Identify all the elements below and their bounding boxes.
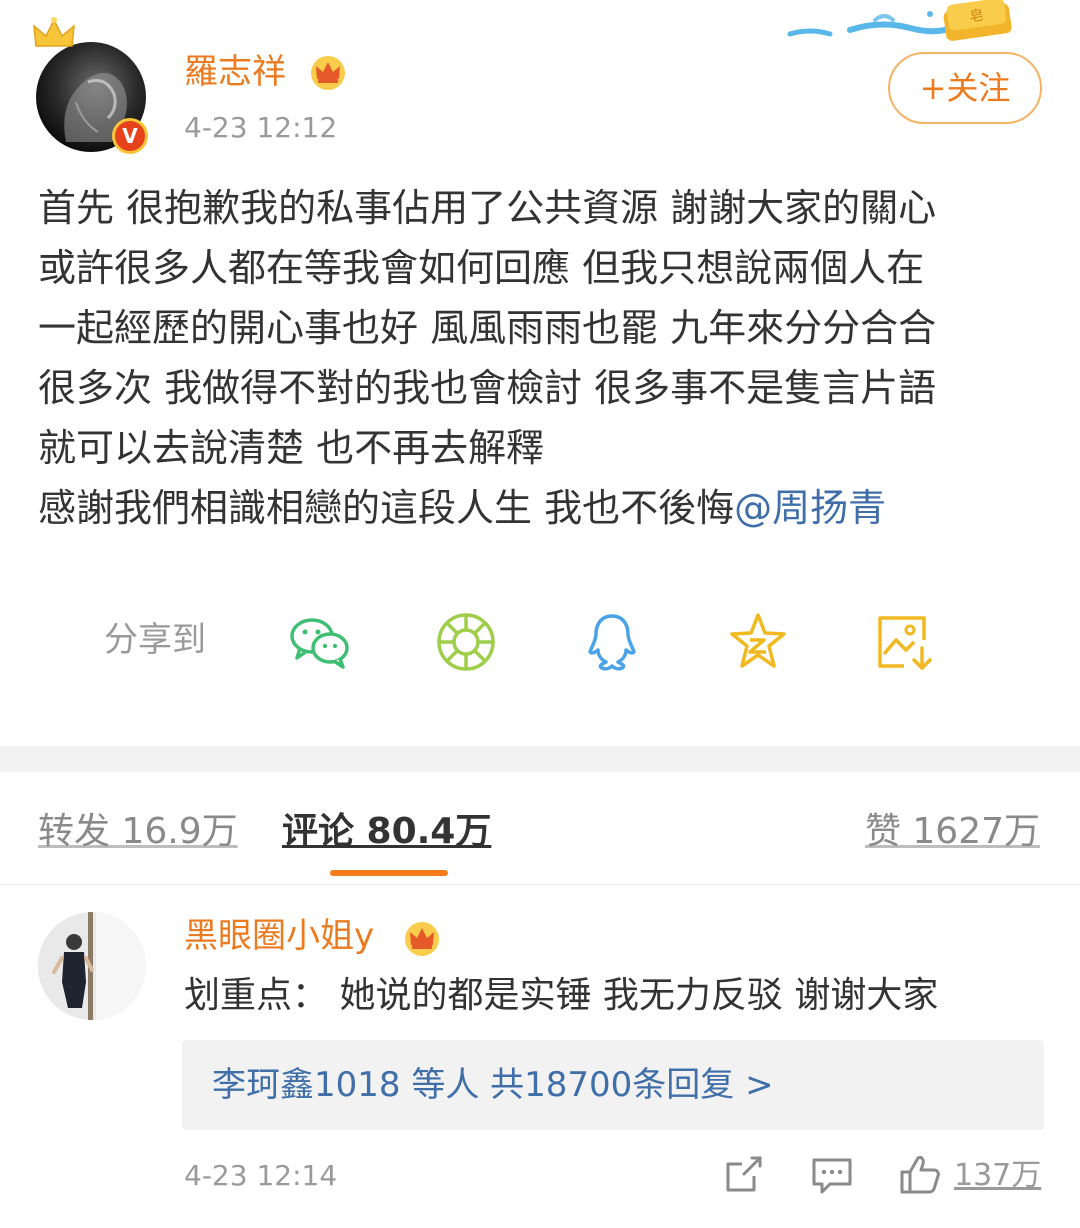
section-divider xyxy=(0,746,1080,772)
comment-timestamp: 4-23 12:14 xyxy=(184,1159,338,1192)
commenter-name[interactable]: 黑眼圈小姐y xyxy=(184,914,374,958)
share-label: 分享到 xyxy=(104,620,206,660)
reply-comment-icon[interactable] xyxy=(810,1152,854,1196)
post-line: 首先 很抱歉我的私事佔用了公共資源 謝謝大家的關心 xyxy=(38,186,937,230)
comment-like-count[interactable]: 137万 xyxy=(954,1156,1041,1196)
post-line: 一起經歷的開心事也好 風風雨雨也罷 九年來分分合合 xyxy=(38,306,937,350)
qzone-icon[interactable] xyxy=(726,610,790,674)
commenter-avatar[interactable] xyxy=(38,912,146,1020)
vip-crown-icon xyxy=(311,56,345,90)
verified-badge: V xyxy=(112,118,148,154)
post-content: 首先 很抱歉我的私事佔用了公共資源 謝謝大家的關心 或許很多人都在等我會如何回應… xyxy=(38,178,1048,538)
post-line-last: 感謝我們相識相戀的這段人生 我也不後悔@周扬青 xyxy=(38,478,1048,538)
tab-repost[interactable]: 转发 16.9万 xyxy=(38,808,238,856)
header-decoration: 皂 xyxy=(787,0,1012,41)
moments-icon[interactable] xyxy=(434,610,498,674)
replies-summary-link[interactable]: 李珂鑫1018 等人 共18700条回复 > xyxy=(182,1040,1044,1130)
save-image-icon[interactable] xyxy=(874,610,938,674)
post-timestamp: 4-23 12:12 xyxy=(184,111,338,144)
like-comment-icon[interactable] xyxy=(898,1152,942,1196)
tab-comments[interactable]: 评论 80.4万 xyxy=(282,808,491,856)
active-tab-indicator xyxy=(330,870,448,876)
wechat-icon[interactable] xyxy=(288,610,352,674)
share-comment-icon[interactable] xyxy=(722,1152,766,1196)
tab-separator xyxy=(0,884,1080,885)
vip-crown-icon xyxy=(405,922,439,956)
post-line: 就可以去說清楚 也不再去解釋 xyxy=(38,426,545,470)
mention-link[interactable]: @周扬青 xyxy=(734,486,886,530)
svg-text:皂: 皂 xyxy=(969,7,985,25)
author-name[interactable]: 羅志祥 xyxy=(184,52,286,92)
post-line: 很多次 我做得不對的我也會檢討 很多事不是隻言片語 xyxy=(38,366,937,410)
tab-likes[interactable]: 赞 1627万 xyxy=(865,808,1040,856)
comment-text: 划重点： 她说的都是实锤 我无力反驳 谢谢大家 xyxy=(184,975,939,1016)
crown-icon xyxy=(33,17,75,47)
qq-icon[interactable] xyxy=(580,610,644,674)
post-line-text: 感謝我們相識相戀的這段人生 我也不後悔 xyxy=(38,486,735,530)
follow-button[interactable]: +关注 xyxy=(888,52,1042,124)
post-line: 或許很多人都在等我會如何回應 但我只想說兩個人在 xyxy=(38,246,925,290)
